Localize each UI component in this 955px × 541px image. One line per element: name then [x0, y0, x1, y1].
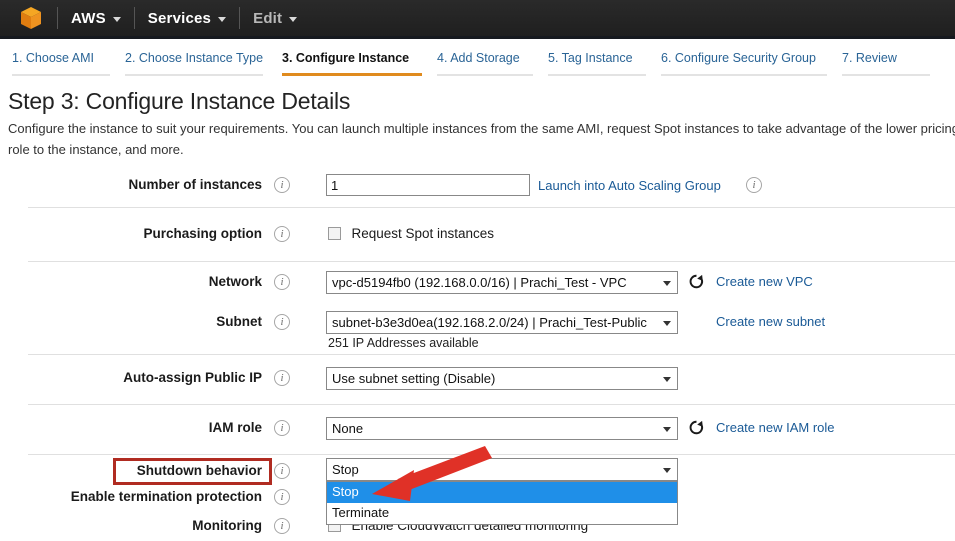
nav-menu-aws[interactable]: AWS	[71, 10, 121, 27]
chevron-down-icon	[218, 17, 226, 22]
shutdown-behavior-option-terminate[interactable]: Terminate	[327, 503, 677, 524]
number-of-instances-field[interactable]	[326, 174, 530, 196]
info-icon[interactable]: i	[746, 177, 762, 193]
monitoring-label: Monitoring	[192, 518, 262, 533]
row-shutdown-behavior: Shutdown behavior i Stop	[0, 455, 955, 483]
info-icon[interactable]: i	[274, 177, 290, 193]
info-icon[interactable]: i	[274, 226, 290, 242]
number-of-instances-input[interactable]	[326, 174, 530, 196]
tab-configure-security-group[interactable]: 6. Configure Security Group	[661, 42, 839, 76]
auto-assign-public-ip-value: Use subnet setting (Disable)	[332, 371, 495, 386]
chevron-down-icon	[663, 427, 671, 432]
tab-review-label: 7. Review	[842, 51, 897, 65]
row-auto-assign-public-ip: Auto-assign Public IP i Use subnet setti…	[0, 355, 955, 405]
page-description: Configure the instance to suit your requ…	[8, 118, 955, 160]
nav-menu-edit-label: Edit	[253, 10, 282, 27]
auto-assign-public-ip-select[interactable]: Use subnet setting (Disable)	[326, 367, 678, 390]
chevron-down-icon	[663, 281, 671, 286]
navbar-bottom-border	[0, 36, 955, 39]
shutdown-behavior-value: Stop	[332, 462, 359, 477]
row-purchasing-option: Purchasing option i Request Spot instanc…	[0, 208, 955, 262]
tab-review[interactable]: 7. Review	[842, 42, 942, 76]
row-number-of-instances: Number of instances i Launch into Auto S…	[0, 160, 955, 208]
tab-choose-instance-type-label: 2. Choose Instance Type	[125, 51, 263, 65]
info-icon[interactable]: i	[274, 274, 290, 290]
row-iam-role: IAM role i None Create new IAM role	[0, 405, 955, 455]
ec2-configure-instance-screen: AWS Services Edit 1. Choose AMI 2. Choos…	[0, 0, 955, 541]
tab-underline	[125, 74, 263, 76]
info-icon[interactable]: i	[274, 518, 290, 534]
network-label: Network	[209, 274, 262, 289]
aws-console-navbar: AWS Services Edit	[0, 0, 955, 36]
tab-configure-security-group-label: 6. Configure Security Group	[661, 51, 816, 65]
info-icon[interactable]: i	[274, 463, 290, 479]
subnet-select[interactable]: subnet-b3e3d0ea(192.168.2.0/24) | Prachi…	[326, 311, 678, 334]
launch-into-auto-scaling-group-link[interactable]: Launch into Auto Scaling Group	[538, 178, 721, 193]
tab-underline	[437, 74, 533, 76]
nav-menu-edit[interactable]: Edit	[253, 10, 297, 27]
chevron-down-icon	[663, 468, 671, 473]
tab-tag-instance[interactable]: 5. Tag Instance	[548, 42, 658, 76]
tab-add-storage-label: 4. Add Storage	[437, 51, 520, 65]
info-icon[interactable]: i	[274, 489, 290, 505]
tab-underline	[12, 74, 110, 76]
chevron-down-icon	[663, 321, 671, 326]
iam-role-value: None	[332, 421, 363, 436]
navbar-divider-1	[57, 7, 58, 29]
request-spot-instances-checkbox[interactable]	[328, 227, 341, 240]
network-select-value: vpc-d5194fb0 (192.168.0.0/16) | Prachi_T…	[332, 275, 627, 290]
subnet-ip-availability-note: 251 IP Addresses available	[328, 336, 479, 350]
tab-underline	[842, 74, 930, 76]
subnet-select-value: subnet-b3e3d0ea(192.168.2.0/24) | Prachi…	[332, 315, 647, 330]
info-icon[interactable]: i	[274, 370, 290, 386]
tab-underline	[548, 74, 646, 76]
row-network: Network i vpc-d5194fb0 (192.168.0.0/16) …	[0, 262, 955, 303]
aws-cube-icon[interactable]	[18, 5, 44, 31]
info-icon[interactable]: i	[274, 314, 290, 330]
navbar-divider-2	[134, 7, 135, 29]
launch-wizard-tabs: 1. Choose AMI 2. Choose Instance Type 3.…	[0, 42, 955, 76]
request-spot-instances-label: Request Spot instances	[351, 226, 494, 241]
purchasing-option-label: Purchasing option	[143, 226, 262, 241]
shutdown-behavior-select[interactable]: Stop	[326, 458, 678, 481]
navbar-divider-3	[239, 7, 240, 29]
nav-menu-services[interactable]: Services	[148, 10, 226, 27]
nav-menu-services-label: Services	[148, 10, 211, 27]
tab-configure-instance[interactable]: 3. Configure Instance	[282, 42, 434, 76]
shutdown-behavior-option-stop[interactable]: Stop	[327, 482, 677, 503]
network-select[interactable]: vpc-d5194fb0 (192.168.0.0/16) | Prachi_T…	[326, 271, 678, 294]
tab-underline	[661, 74, 827, 76]
number-of-instances-label: Number of instances	[128, 177, 262, 192]
tab-tag-instance-label: 5. Tag Instance	[548, 51, 633, 65]
tab-configure-instance-label: 3. Configure Instance	[282, 51, 409, 65]
create-new-vpc-link[interactable]: Create new VPC	[716, 274, 813, 289]
refresh-icon[interactable]	[688, 419, 705, 441]
shutdown-behavior-label: Shutdown behavior	[137, 463, 262, 478]
page-title: Step 3: Configure Instance Details	[8, 88, 350, 115]
row-subnet: Subnet i subnet-b3e3d0ea(192.168.2.0/24)…	[0, 303, 955, 355]
nav-menu-aws-label: AWS	[71, 10, 106, 27]
tab-add-storage[interactable]: 4. Add Storage	[437, 42, 545, 76]
info-icon[interactable]: i	[274, 420, 290, 436]
tab-choose-ami-label: 1. Choose AMI	[12, 51, 94, 65]
tab-underline-active	[282, 73, 422, 76]
request-spot-instances-checkbox-group[interactable]: Request Spot instances	[328, 225, 494, 243]
subnet-label: Subnet	[216, 314, 262, 329]
tab-choose-instance-type[interactable]: 2. Choose Instance Type	[125, 42, 275, 76]
shutdown-behavior-dropdown-list[interactable]: Stop Terminate	[326, 481, 678, 525]
chevron-down-icon	[289, 17, 297, 22]
termination-protection-label: Enable termination protection	[71, 489, 262, 504]
auto-assign-public-ip-label: Auto-assign Public IP	[123, 370, 262, 385]
tab-choose-ami[interactable]: 1. Choose AMI	[12, 42, 122, 76]
refresh-icon[interactable]	[688, 273, 705, 295]
iam-role-label: IAM role	[209, 420, 262, 435]
chevron-down-icon	[113, 17, 121, 22]
create-new-iam-role-link[interactable]: Create new IAM role	[716, 420, 835, 435]
iam-role-select[interactable]: None	[326, 417, 678, 440]
create-new-subnet-link[interactable]: Create new subnet	[716, 314, 825, 329]
chevron-down-icon	[663, 377, 671, 382]
